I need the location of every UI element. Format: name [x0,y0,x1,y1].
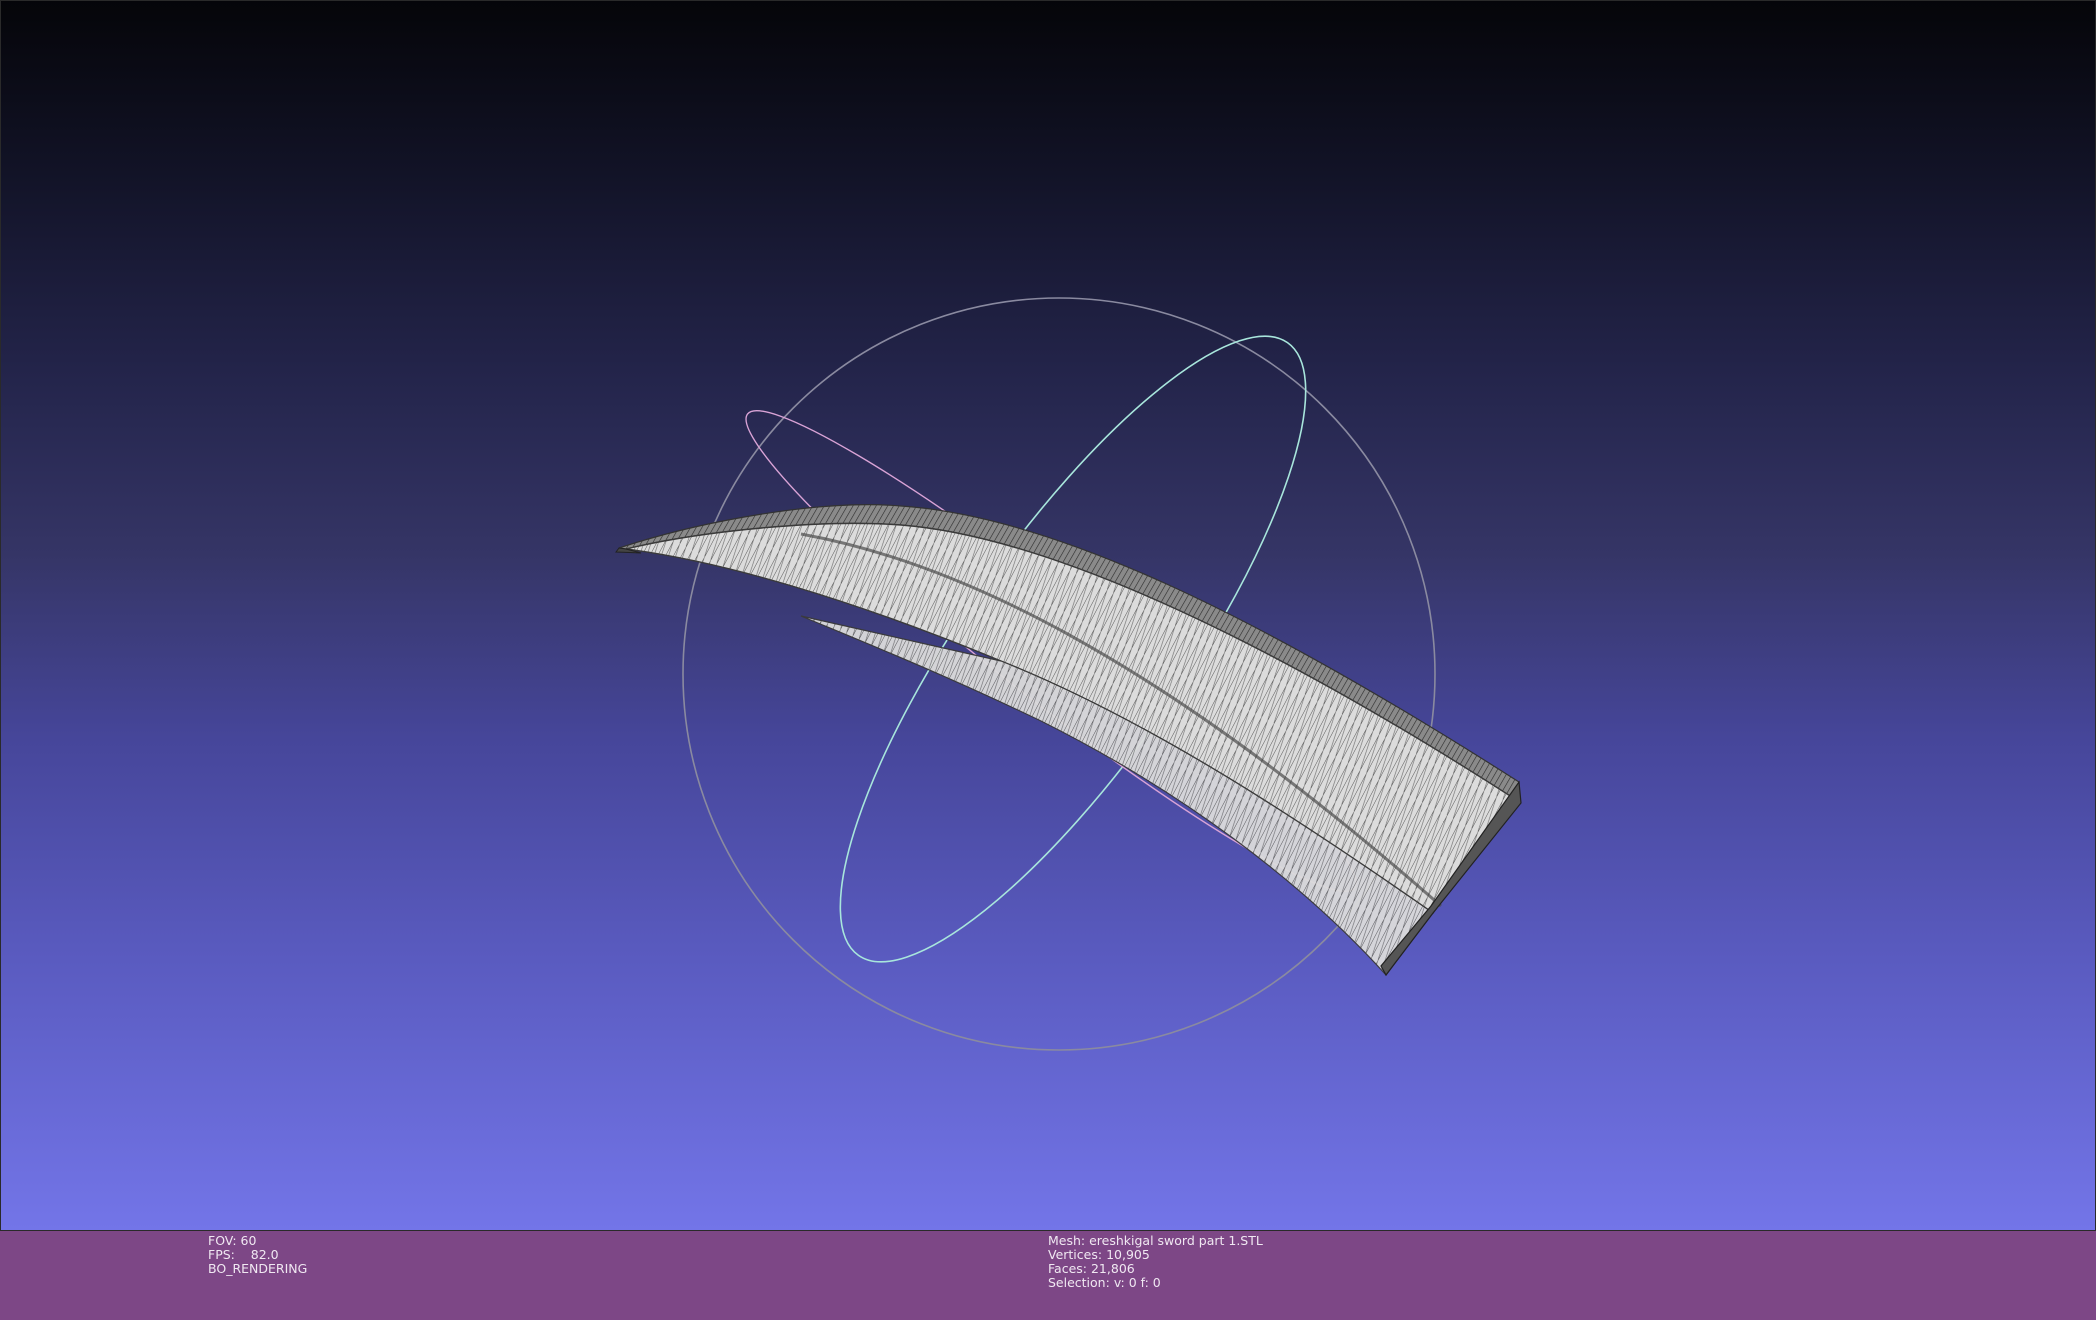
scene-canvas[interactable] [1,1,2096,1231]
fps-value: 82.0 [250,1247,279,1262]
render-info-panel: FOV: 60 FPS: 82.0 BO_RENDERING [208,1234,307,1276]
3d-viewport[interactable] [0,0,2096,1231]
fps-line: FPS: 82.0 [208,1248,307,1262]
mesh-info-panel: Mesh: ereshkigal sword part 1.STL Vertic… [1048,1234,1263,1290]
render-mode: BO_RENDERING [208,1261,308,1276]
faces-label: Faces: [1048,1261,1087,1276]
fps-label: FPS: [208,1247,235,1262]
vertices-label: Vertices: [1048,1247,1103,1262]
status-bar: FOV: 60 FPS: 82.0 BO_RENDERING Mesh: ere… [0,1231,2096,1320]
selection-value: v: 0 f: 0 [1113,1275,1161,1290]
selection-line: Selection: v: 0 f: 0 [1048,1276,1263,1290]
fov-label: FOV: [208,1233,237,1248]
fov-value: 60 [240,1233,257,1248]
mesh-label: Mesh: [1048,1233,1086,1248]
faces-value: 21,806 [1090,1261,1135,1276]
mesh-name: ereshkigal sword part 1.STL [1089,1233,1263,1248]
selection-label: Selection: [1048,1275,1110,1290]
vertices-value: 10,905 [1106,1247,1150,1262]
mesh-model[interactable] [615,504,1522,977]
faces-line: Faces: 21,806 [1048,1262,1263,1276]
mesh-line: Mesh: ereshkigal sword part 1.STL [1048,1234,1263,1248]
fov-line: FOV: 60 [208,1234,307,1248]
vertices-line: Vertices: 10,905 [1048,1248,1263,1262]
